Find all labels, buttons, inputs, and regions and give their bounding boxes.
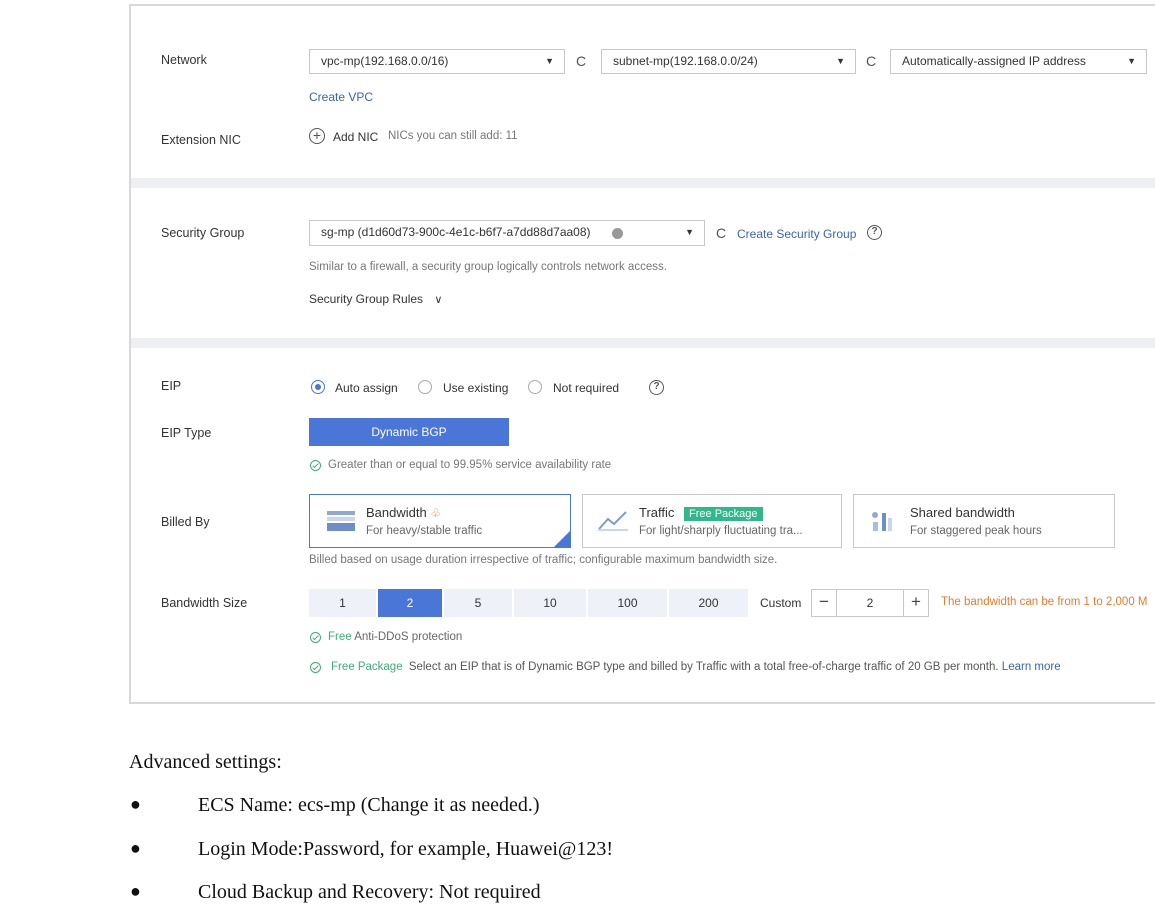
bandwidth-option-10[interactable]: 10: [514, 589, 586, 617]
ip-select-value: Automatically-assigned IP address: [902, 54, 1086, 68]
vpc-select-value: vpc-mp(192.168.0.0/16): [321, 54, 449, 68]
billing-card-title: Shared bandwidth: [910, 505, 1015, 520]
nic-remaining-text: NICs you can still add: 11: [388, 130, 518, 142]
rules-toggle-label: Security Group Rules: [309, 292, 424, 306]
clear-icon[interactable]: [612, 228, 623, 239]
billed-by-label: Billed By: [161, 515, 210, 529]
create-vpc-link[interactable]: Create VPC: [309, 90, 373, 104]
bandwidth-option-1[interactable]: 1: [309, 589, 376, 617]
free-package-badge: Free Package: [684, 507, 763, 521]
bandwidth-size-label: Bandwidth Size: [161, 596, 248, 610]
custom-label: Custom: [760, 596, 802, 610]
bullet-cloud-backup: Cloud Backup and Recovery: Not required: [198, 881, 541, 903]
radio-use-existing-label: Use existing: [443, 381, 509, 395]
check-circle-icon: [310, 662, 321, 673]
refresh-security-group-icon[interactable]: C: [716, 225, 726, 241]
security-group-select[interactable]: sg-mp (d1d60d73-900c-4e1c-b6f7-a7dd88d7a…: [309, 220, 705, 246]
billing-card-subtitle: For light/sharply fluctuating tra...: [639, 525, 803, 537]
decrement-button[interactable]: −: [811, 589, 837, 617]
section-divider: [131, 338, 1155, 348]
billing-card-bandwidth[interactable]: Bandwidth ♧ For heavy/stable traffic: [309, 494, 571, 548]
refresh-subnet-icon[interactable]: C: [866, 53, 876, 69]
eip-type-dynamic-bgp-button[interactable]: Dynamic BGP: [309, 418, 509, 446]
chevron-down-icon: ▼: [836, 56, 845, 66]
bullet-icon: ●: [130, 838, 141, 858]
add-nic-button[interactable]: Add NIC: [333, 130, 378, 144]
radio-not-required-label: Not required: [553, 381, 620, 395]
security-group-value: sg-mp (d1d60d73-900c-4e1c-b6f7-a7dd88d7a…: [321, 225, 591, 239]
bandwidth-option-200[interactable]: 200: [669, 589, 748, 617]
extension-nic-label: Extension NIC: [161, 133, 241, 147]
anti-ddos-text: Free Anti-DDoS protection: [328, 631, 463, 643]
billing-card-subtitle: For heavy/stable traffic: [366, 525, 483, 537]
chevron-down-icon: ▼: [545, 56, 554, 66]
availability-text: Greater than or equal to 99.95% service …: [328, 459, 612, 471]
increment-button[interactable]: +: [903, 589, 929, 617]
refresh-vpc-icon[interactable]: C: [576, 53, 586, 69]
billing-card-title: Traffic Free Package: [639, 505, 763, 521]
billing-card-traffic[interactable]: Traffic Free Package For light/sharply f…: [582, 494, 842, 548]
ecs-network-config-panel: Network vpc-mp(192.168.0.0/16) ▼ C subne…: [129, 4, 1155, 704]
section-divider: [131, 178, 1155, 188]
network-label: Network: [161, 53, 207, 67]
security-group-rules-toggle[interactable]: Security Group Rules ∨: [309, 292, 442, 306]
radio-auto-assign-label: Auto assign: [335, 381, 398, 395]
check-circle-icon: [310, 460, 321, 471]
billing-card-title: Bandwidth ♧: [366, 505, 442, 520]
advanced-settings-heading: Advanced settings:: [129, 751, 282, 773]
chevron-down-icon: ▼: [1127, 56, 1136, 66]
subnet-select-value: subnet-mp(192.168.0.0/24): [613, 54, 758, 68]
bandwidth-option-5[interactable]: 5: [444, 589, 512, 617]
bullet-login-mode: Login Mode:Password, for example, Huawei…: [198, 838, 613, 860]
chevron-down-icon: ▼: [685, 227, 694, 237]
bandwidth-custom-input[interactable]: 2: [836, 589, 904, 617]
bandwidth-option-100[interactable]: 100: [588, 589, 667, 617]
security-group-description: Similar to a firewall, a security group …: [309, 261, 667, 273]
radio-auto-assign[interactable]: [311, 380, 325, 394]
billing-card-shared-bandwidth[interactable]: Shared bandwidth For staggered peak hour…: [853, 494, 1115, 548]
add-circle-icon[interactable]: +: [309, 128, 325, 144]
help-icon[interactable]: ?: [649, 380, 664, 395]
billing-card-subtitle: For staggered peak hours: [910, 525, 1042, 537]
ip-address-select[interactable]: Automatically-assigned IP address ▼: [890, 49, 1147, 74]
bandwidth-icon: [327, 511, 355, 531]
learn-more-link[interactable]: Learn more: [1002, 661, 1061, 673]
chevron-down-icon: ∨: [434, 294, 443, 306]
selected-corner-check-icon: [553, 530, 571, 548]
bandwidth-range-note: The bandwidth can be from 1 to 2,000 M: [941, 596, 1148, 608]
radio-use-existing[interactable]: [418, 380, 432, 394]
vpc-select[interactable]: vpc-mp(192.168.0.0/16) ▼: [309, 49, 565, 74]
eip-type-label: EIP Type: [161, 426, 212, 440]
eip-label: EIP: [161, 379, 182, 393]
free-package-text: Free Package Select an EIP that is of Dy…: [331, 661, 1061, 673]
bandwidth-option-2[interactable]: 2: [378, 589, 442, 617]
billing-note: Billed based on usage duration irrespect…: [309, 554, 778, 566]
shared-bandwidth-icon: [870, 510, 898, 532]
check-circle-icon: [310, 632, 321, 643]
thumbs-up-icon: ♧: [430, 506, 442, 520]
subnet-select[interactable]: subnet-mp(192.168.0.0/24) ▼: [601, 49, 856, 74]
bullet-ecs-name: ECS Name: ecs-mp (Change it as needed.): [198, 794, 540, 816]
create-security-group-link[interactable]: Create Security Group: [737, 227, 856, 241]
security-group-label: Security Group: [161, 226, 245, 240]
bullet-icon: ●: [130, 881, 141, 901]
bullet-icon: ●: [130, 794, 141, 814]
radio-not-required[interactable]: [528, 380, 542, 394]
help-icon[interactable]: ?: [867, 225, 882, 240]
traffic-icon: [598, 509, 628, 531]
